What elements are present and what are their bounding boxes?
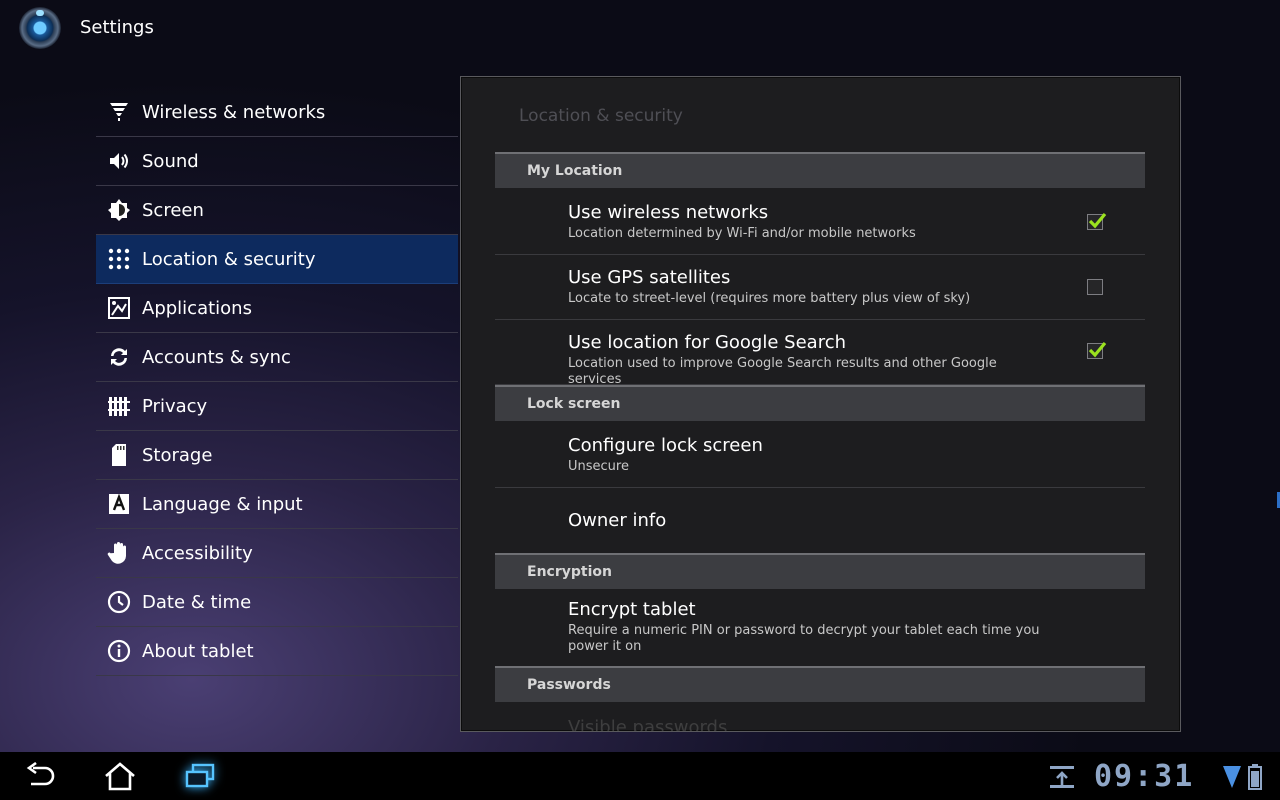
pref-summary: Locate to street-level (requires more ba… <box>568 291 971 306</box>
sidebar-item-storage[interactable]: Storage <box>96 431 458 480</box>
sidebar-item-language-input[interactable]: Language & input <box>96 480 458 529</box>
action-bar: Settings <box>0 0 1280 56</box>
back-icon <box>26 761 55 786</box>
sidebar-item-label: Screen <box>142 199 204 221</box>
home-button[interactable] <box>100 760 140 792</box>
sidebar-item-label: Accessibility <box>142 542 253 564</box>
sidebar-item-applications[interactable]: Applications <box>96 284 458 333</box>
wireless-networks-checkbox[interactable] <box>1087 212 1107 230</box>
settings-sidebar: Wireless & networks Sound Screen Locatio… <box>96 88 458 676</box>
info-icon <box>96 627 142 676</box>
sidebar-item-accounts-sync[interactable]: Accounts & sync <box>96 333 458 382</box>
sidebar-item-label: Applications <box>142 297 252 319</box>
download-icon[interactable] <box>1048 764 1076 790</box>
sidebar-item-location-security[interactable]: Location & security <box>96 235 458 284</box>
pref-visible-passwords[interactable]: Visible passwords <box>568 717 727 731</box>
pref-title: Use location for Google Search <box>568 332 846 353</box>
details-panel: Location & security My Location Use wire… <box>460 76 1181 732</box>
sidebar-item-label: Privacy <box>142 395 208 417</box>
brightness-icon <box>96 186 142 235</box>
sidebar-item-date-time[interactable]: Date & time <box>96 578 458 627</box>
applications-icon <box>96 284 142 333</box>
lock-pattern-icon <box>96 235 142 284</box>
preference-list[interactable]: My Location Use wireless networks Locati… <box>495 152 1145 702</box>
category-my-location: My Location <box>495 152 1145 188</box>
battery-icon <box>1248 764 1262 790</box>
sidebar-item-screen[interactable]: Screen <box>96 186 458 235</box>
sidebar-item-label: Sound <box>142 150 199 172</box>
google-search-checkbox[interactable] <box>1087 341 1107 359</box>
pref-title: Configure lock screen <box>568 435 763 456</box>
pref-summary: Location used to improve Google Search r… <box>568 356 997 387</box>
pref-title: Encrypt tablet <box>568 599 696 620</box>
status-clock[interactable]: 09:31 <box>1094 762 1194 792</box>
pref-summary: Location determined by Wi-Fi and/or mobi… <box>568 226 916 241</box>
sidebar-item-label: Date & time <box>142 591 252 613</box>
language-icon <box>96 480 142 529</box>
settings-app-icon[interactable] <box>19 7 61 49</box>
sidebar-item-accessibility[interactable]: Accessibility <box>96 529 458 578</box>
signal-icon <box>1223 766 1241 788</box>
back-button[interactable] <box>20 760 60 792</box>
sidebar-item-label: Language & input <box>142 493 303 515</box>
clock-icon <box>96 578 142 627</box>
pref-use-location-google-search[interactable]: Use location for Google Search Location … <box>495 320 1145 387</box>
sidebar-item-label: Storage <box>142 444 213 466</box>
sdcard-icon <box>96 431 142 480</box>
recent-apps-button[interactable] <box>180 760 220 792</box>
pref-use-gps-satellites[interactable]: Use GPS satellites Locate to street-leve… <box>495 255 1145 320</box>
sync-icon <box>96 333 142 382</box>
pref-summary: Require a numeric PIN or password to dec… <box>568 623 1040 654</box>
check-icon <box>1088 212 1107 229</box>
sidebar-item-label: Location & security <box>142 248 316 270</box>
sidebar-item-sound[interactable]: Sound <box>96 137 458 186</box>
pref-title: Use GPS satellites <box>568 267 731 288</box>
sidebar-item-about-tablet[interactable]: About tablet <box>96 627 458 676</box>
category-lock-screen: Lock screen <box>495 385 1145 421</box>
home-icon <box>105 762 135 791</box>
sidebar-item-label: About tablet <box>142 640 254 662</box>
gps-satellites-checkbox[interactable] <box>1087 279 1103 295</box>
sidebar-item-label: Wireless & networks <box>142 101 326 123</box>
pref-summary: Unsecure <box>568 459 629 474</box>
sidebar-item-privacy[interactable]: Privacy <box>96 382 458 431</box>
pref-configure-lock-screen[interactable]: Configure lock screen Unsecure <box>495 421 1145 488</box>
app-title: Settings <box>80 17 154 38</box>
hand-icon <box>96 529 142 578</box>
recent-apps-icon <box>185 763 215 788</box>
category-encryption: Encryption <box>495 553 1145 589</box>
privacy-fence-icon <box>96 382 142 431</box>
pref-use-wireless-networks[interactable]: Use wireless networks Location determine… <box>495 188 1145 255</box>
sidebar-item-wireless-networks[interactable]: Wireless & networks <box>96 88 458 137</box>
pref-encrypt-tablet[interactable]: Encrypt tablet Require a numeric PIN or … <box>495 589 1145 666</box>
system-bar: 09:31 <box>0 752 1280 800</box>
pref-title: Use wireless networks <box>568 202 769 223</box>
wifi-icon <box>96 88 142 137</box>
pref-title: Owner info <box>568 510 667 531</box>
speaker-icon <box>96 137 142 186</box>
panel-title: Location & security <box>519 106 683 126</box>
pref-owner-info[interactable]: Owner info <box>495 488 1145 553</box>
category-passwords: Passwords <box>495 666 1145 702</box>
sidebar-item-label: Accounts & sync <box>142 346 291 368</box>
check-icon <box>1088 341 1107 358</box>
